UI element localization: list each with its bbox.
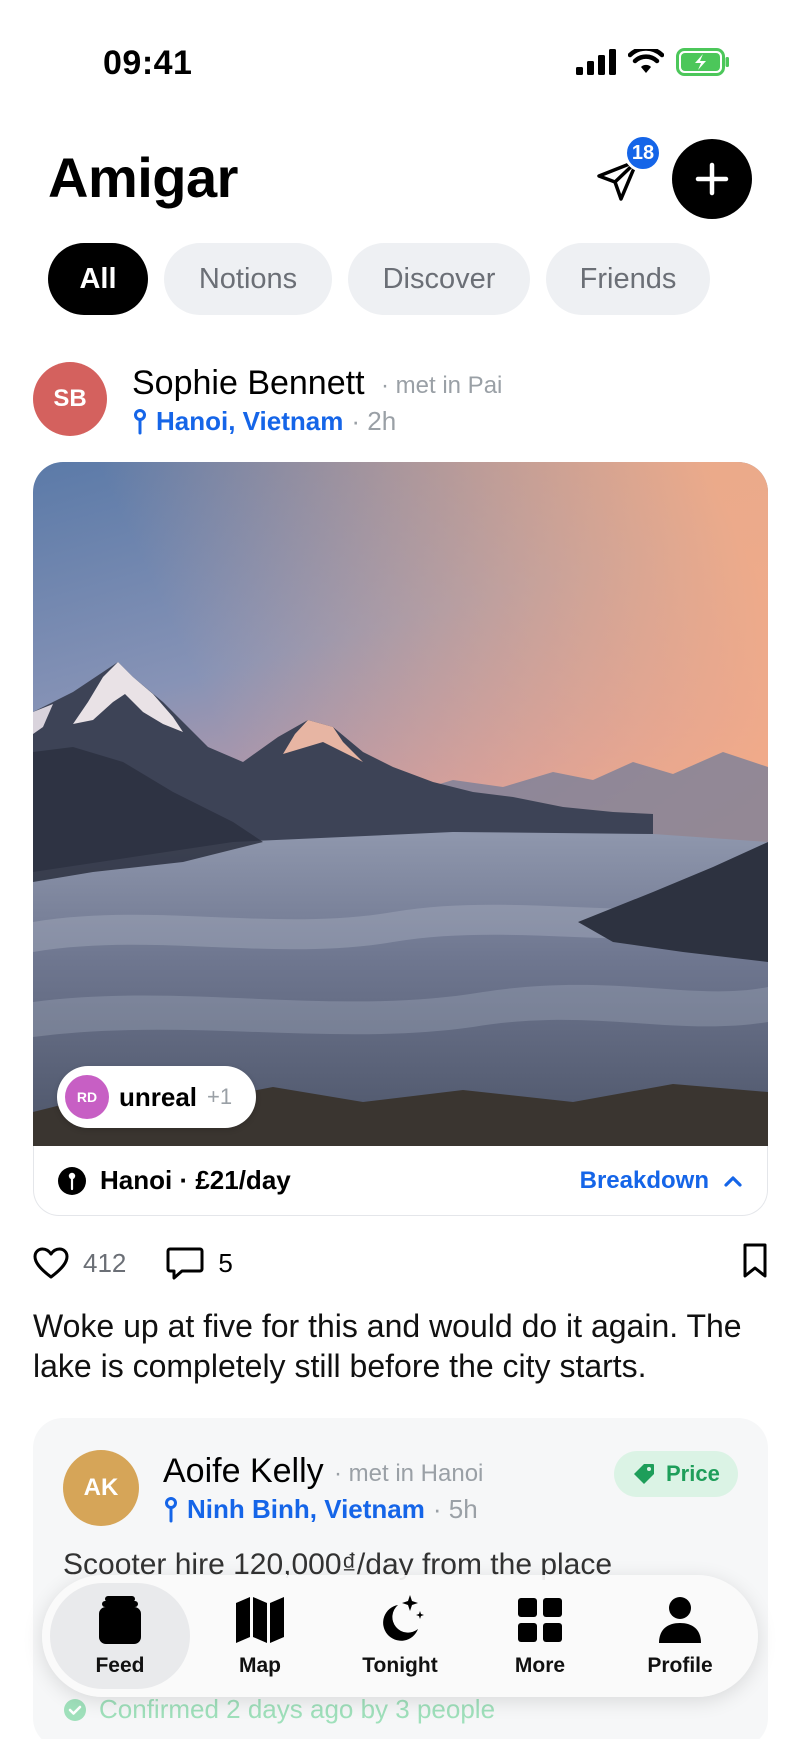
nav-label: Feed xyxy=(95,1654,145,1677)
post-photo[interactable]: RD unreal +1 xyxy=(33,462,768,1146)
comment-icon xyxy=(166,1247,204,1280)
tab-all[interactable]: All xyxy=(48,243,148,315)
post-caption: Woke up at five for this and would do it… xyxy=(33,1308,742,1384)
status-time: 09:41 xyxy=(103,44,193,82)
location-pin-icon xyxy=(58,1166,86,1195)
check-circle-icon xyxy=(64,1698,86,1721)
reaction-avatar: RD xyxy=(65,1075,109,1119)
comment-button[interactable]: 5 xyxy=(166,1246,233,1280)
nav-more[interactable]: More xyxy=(470,1583,610,1689)
reaction-label: unreal xyxy=(119,1081,198,1112)
met-location: · met in Hanoi xyxy=(334,1460,484,1487)
cost-label: Hanoi · £21/day xyxy=(100,1165,291,1195)
bottom-nav: Feed Map Tonight More Profile xyxy=(42,1575,758,1697)
person-icon xyxy=(659,1597,701,1643)
breakdown-label: Breakdown xyxy=(579,1166,709,1194)
status-bar: 09:41 xyxy=(0,0,800,110)
tab-friends[interactable]: Friends xyxy=(546,243,710,315)
grid-icon xyxy=(518,1598,562,1642)
feed-tabs: All Notions Discover Friends xyxy=(48,243,710,315)
reaction-chip[interactable]: RD unreal +1 xyxy=(57,1066,257,1128)
nav-map[interactable]: Map xyxy=(190,1583,330,1689)
nav-label: Profile xyxy=(647,1654,713,1677)
cost-bar: Hanoi · £21/day Breakdown xyxy=(33,1146,768,1216)
mountain-sunrise-image xyxy=(33,462,768,1146)
confirmed-label: Confirmed 2 days ago by 3 people xyxy=(99,1694,496,1724)
like-count: 412 xyxy=(83,1247,127,1278)
nav-profile[interactable]: Profile xyxy=(610,1583,750,1689)
nav-label: Map xyxy=(239,1654,281,1677)
post-actions: 412 5 xyxy=(33,1242,768,1284)
heart-icon xyxy=(33,1247,69,1279)
price-tag-label: Price xyxy=(666,1461,720,1486)
pin-icon xyxy=(134,408,146,434)
plus-icon xyxy=(695,162,729,196)
feed-icon xyxy=(99,1596,141,1644)
battery-icon xyxy=(676,48,729,76)
author-name[interactable]: Aoife Kelly xyxy=(163,1452,324,1491)
bookmark-button[interactable] xyxy=(742,1243,768,1284)
nav-label: Tonight xyxy=(362,1654,438,1677)
chevron-up-icon xyxy=(724,1175,742,1187)
like-button[interactable]: 412 xyxy=(33,1247,126,1279)
nav-tonight[interactable]: Tonight xyxy=(330,1583,470,1689)
post-time: · 5h xyxy=(432,1494,478,1524)
location-label: Ninh Binh, Vietnam xyxy=(187,1494,425,1524)
location-label: Hanoi, Vietnam xyxy=(156,406,344,436)
map-icon xyxy=(236,1597,284,1643)
post-location[interactable]: Ninh Binh, Vietnam · 5h xyxy=(163,1494,478,1525)
post-time: · 2h xyxy=(351,406,397,436)
pin-icon xyxy=(165,1496,177,1522)
tab-notions[interactable]: Notions xyxy=(164,243,332,315)
add-post-button[interactable] xyxy=(672,139,752,219)
cost-info: Hanoi · £21/day xyxy=(58,1165,291,1196)
post-location[interactable]: Hanoi, Vietnam · 2h xyxy=(132,406,396,437)
moon-stars-icon xyxy=(383,1595,424,1641)
breakdown-button[interactable]: Breakdown xyxy=(580,1167,743,1195)
nav-label: More xyxy=(514,1654,566,1677)
bookmark-icon xyxy=(743,1243,767,1277)
avatar[interactable]: SB xyxy=(33,362,107,436)
signal-icon xyxy=(576,49,616,75)
wifi-icon xyxy=(628,49,664,73)
tag-icon xyxy=(634,1464,654,1484)
confirmed-status: Confirmed 2 days ago by 3 people xyxy=(63,1694,495,1725)
tab-discover[interactable]: Discover xyxy=(348,243,530,315)
reaction-extra-count: +1 xyxy=(207,1084,233,1109)
comment-count: 5 xyxy=(218,1247,233,1278)
met-location: · met in Pai xyxy=(381,372,503,399)
status-icons xyxy=(576,48,730,76)
author-name[interactable]: Sophie Bennett xyxy=(132,364,365,403)
price-tag-chip[interactable]: Price xyxy=(614,1451,738,1497)
notification-badge: 18 xyxy=(624,134,662,172)
nav-feed[interactable]: Feed xyxy=(50,1583,190,1689)
app-title: Amigar xyxy=(48,146,238,209)
avatar[interactable]: AK xyxy=(63,1450,139,1526)
